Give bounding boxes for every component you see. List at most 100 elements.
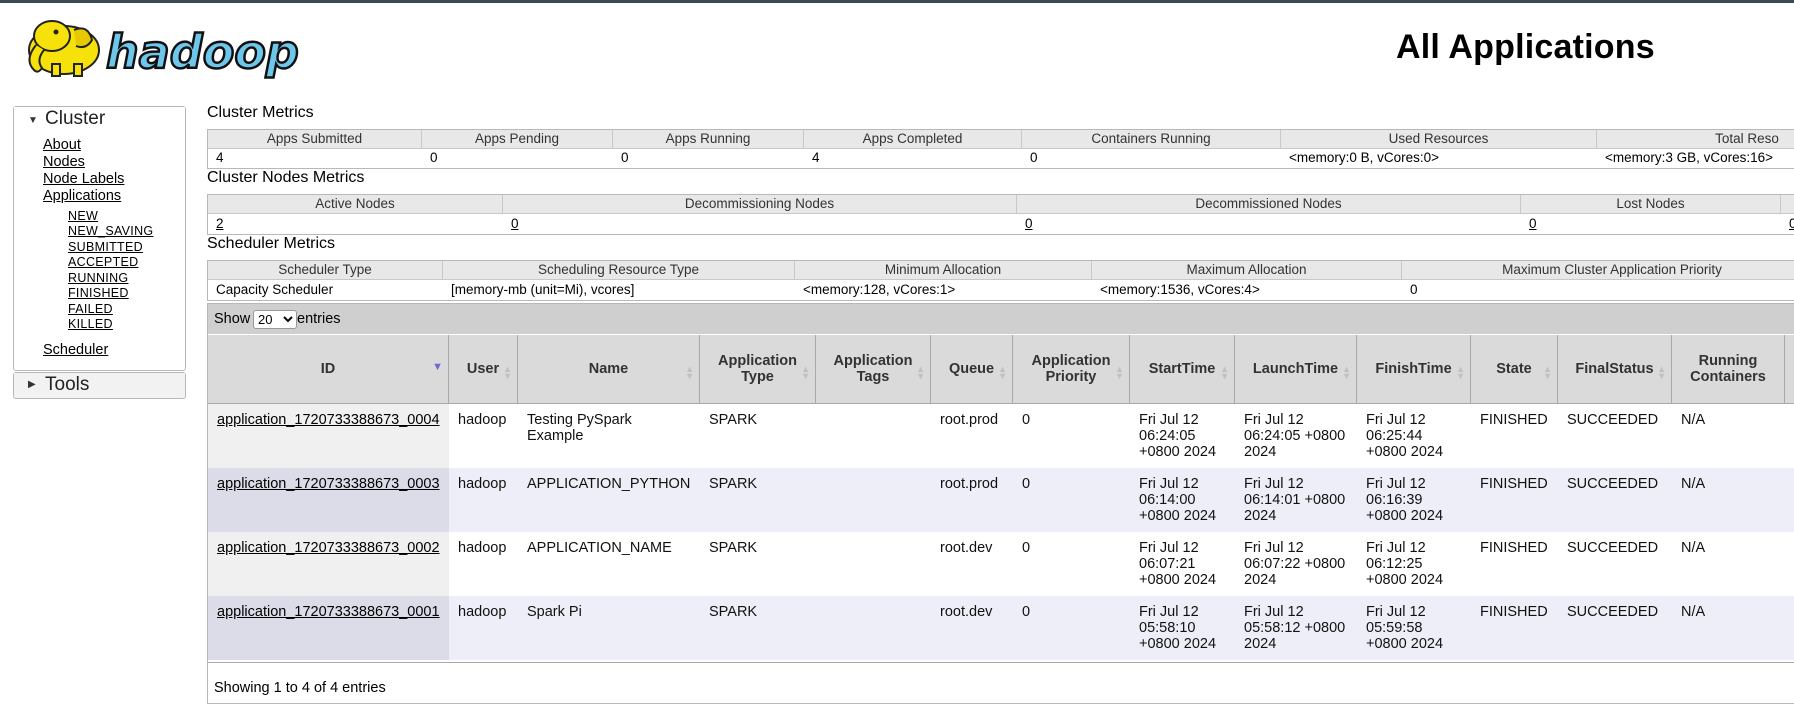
decommissioning-nodes-link[interactable]: 0 <box>503 215 1016 233</box>
type-cell: SPARK <box>709 604 758 620</box>
finalstatus-cell: SUCCEEDED <box>1567 604 1659 620</box>
node-metrics-header-row: Active Nodes Decommissioning Nodes Decom… <box>208 195 1794 214</box>
state-cell: FINISHED <box>1480 540 1548 556</box>
nav-link-about[interactable]: About <box>43 137 81 153</box>
show-label: Show <box>214 311 251 327</box>
app-id-cell: application_1720733388673_0004 <box>208 404 449 468</box>
column-header-finishtime[interactable]: FinishTime ▲ ▼ <box>1357 335 1471 403</box>
scheduler-metrics-table: Scheduler Type Scheduling Resource Type … <box>207 260 1794 301</box>
hadoop-logo-icon[interactable]: hadoop <box>14 10 314 82</box>
starttime-cell: Fri Jul 12 06:24:05 +0800 2024 <box>1139 412 1217 460</box>
finishtime-cell: Fri Jul 12 06:16:39 +0800 2024 <box>1366 476 1444 524</box>
active-nodes-link[interactable]: 2 <box>208 215 502 233</box>
column-header-launchtime[interactable]: LaunchTime ▲ ▼ <box>1235 335 1357 403</box>
running-containers-cell: N/A <box>1681 604 1706 620</box>
nav-state-submitted[interactable]: SUBMITTED <box>68 240 143 254</box>
nav-state-new[interactable]: NEW <box>68 209 98 223</box>
nav-state-new-saving[interactable]: NEW_SAVING <box>68 224 153 238</box>
metric-header: Decommissioned Nodes <box>1017 195 1521 213</box>
column-header-application-tags[interactable]: Application Tags ▲ ▼ <box>816 335 931 403</box>
metric-value: 0 <box>1030 150 1038 165</box>
column-header-starttime[interactable]: StartTime ▲ ▼ <box>1130 335 1235 403</box>
metric-header: Minimum Allocation <box>795 261 1092 279</box>
app-id-cell: application_1720733388673_0003 <box>208 468 449 532</box>
app-id-link[interactable]: application_1720733388673_0004 <box>217 412 440 428</box>
sort-desc-icon: ▼ <box>432 361 443 373</box>
nav-link-applications[interactable]: Applications <box>43 188 121 204</box>
metric-header: Scheduling Resource Type <box>443 261 795 279</box>
starttime-cell: Fri Jul 12 06:14:00 +0800 2024 <box>1139 476 1217 524</box>
metric-header: Apps Completed <box>804 130 1022 148</box>
nav-link-scheduler[interactable]: Scheduler <box>43 342 108 358</box>
finalstatus-cell: SUCCEEDED <box>1567 412 1659 428</box>
node-metrics-title: Cluster Nodes Metrics <box>207 169 365 186</box>
sort-icon: ▲ ▼ <box>916 364 925 381</box>
metric-header: Lost Nodes <box>1521 195 1781 213</box>
app-id-cell: application_1720733388673_0002 <box>208 532 449 596</box>
page-length-select[interactable]: 20 <box>253 310 297 329</box>
table-footer-divider <box>208 662 1794 663</box>
app-id-cell: application_1720733388673_0001 <box>208 596 449 660</box>
table-info: Showing 1 to 4 of 4 entries <box>214 680 386 696</box>
column-header-application-type[interactable]: Application Type ▲ ▼ <box>700 335 816 403</box>
app-id-link[interactable]: application_1720733388673_0002 <box>217 540 440 556</box>
column-header-finalstatus[interactable]: FinalStatus ▲ ▼ <box>1558 335 1672 403</box>
metric-header: Apps Submitted <box>208 130 422 148</box>
finishtime-cell: Fri Jul 12 06:12:25 +0800 2024 <box>1366 540 1444 588</box>
app-id-link[interactable]: application_1720733388673_0003 <box>217 476 440 492</box>
nav-link-node-labels[interactable]: Node Labels <box>43 171 124 187</box>
column-header-name[interactable]: Name ▲ ▼ <box>518 335 700 403</box>
metric-value: <memory:3 GB, vCores:16> <box>1605 150 1774 165</box>
logo-wordmark: hadoop <box>106 25 299 79</box>
column-header-overflow <box>1785 335 1794 403</box>
user-cell: hadoop <box>458 412 507 428</box>
type-cell: SPARK <box>709 540 758 556</box>
priority-cell: 0 <box>1022 604 1031 620</box>
column-header-state[interactable]: State ▲ ▼ <box>1471 335 1558 403</box>
app-id-link[interactable]: application_1720733388673_0001 <box>217 604 440 620</box>
nav-state-finished[interactable]: FINISHED <box>68 286 129 300</box>
column-header-running-containers[interactable]: Running Containers <box>1672 335 1785 403</box>
finalstatus-cell: SUCCEEDED <box>1567 540 1659 556</box>
metric-header: Containers Running <box>1022 130 1281 148</box>
name-cell: APPLICATION_PYTHON <box>527 476 691 492</box>
priority-cell: 0 <box>1022 540 1031 556</box>
column-header-application-priority[interactable]: Application Priority ▲ ▼ <box>1013 335 1130 403</box>
tags-cell <box>816 404 931 468</box>
metric-header: Apps Running <box>613 130 804 148</box>
metric-header: Apps Pending <box>422 130 613 148</box>
nav-state-killed[interactable]: KILLED <box>68 317 113 331</box>
metric-value: 0 <box>1410 282 1418 297</box>
nav-state-accepted[interactable]: ACCEPTED <box>68 255 138 269</box>
type-cell: SPARK <box>709 476 758 492</box>
lost-nodes-link[interactable]: 0 <box>1521 215 1780 233</box>
nav-link-nodes[interactable]: Nodes <box>43 154 85 170</box>
priority-cell: 0 <box>1022 476 1031 492</box>
state-cell: FINISHED <box>1480 412 1548 428</box>
nav-state-failed[interactable]: FAILED <box>68 302 113 316</box>
top-border <box>0 0 1794 3</box>
state-cell: FINISHED <box>1480 604 1548 620</box>
metric-value: <memory:0 B, vCores:0> <box>1289 150 1440 165</box>
column-header-queue[interactable]: Queue ▲ ▼ <box>931 335 1013 403</box>
sort-icon: ▲ ▼ <box>685 364 694 381</box>
column-header-user[interactable]: User ▲ ▼ <box>449 335 518 403</box>
tools-nav-box[interactable]: ▶ Tools <box>13 372 186 399</box>
tools-nav-header[interactable]: ▶ Tools <box>14 373 185 397</box>
collapse-triangle-icon: ▼ <box>28 115 38 126</box>
name-cell: Spark Pi <box>527 604 582 620</box>
finishtime-cell: Fri Jul 12 06:25:44 +0800 2024 <box>1366 412 1444 460</box>
decommissioned-nodes-link[interactable]: 0 <box>1017 215 1520 233</box>
cluster-metrics-header-row: Apps Submitted Apps Pending Apps Running… <box>208 130 1794 149</box>
metric-header: Scheduler Type <box>208 261 443 279</box>
metric-header <box>1781 195 1794 213</box>
page-title: All Applications <box>1396 28 1655 66</box>
column-header-id[interactable]: ID ▼ <box>208 335 449 403</box>
entries-label: entries <box>297 311 341 327</box>
metric-value: 0 <box>430 150 438 165</box>
nav-state-running[interactable]: RUNNING <box>68 271 128 285</box>
running-containers-cell: N/A <box>1681 412 1706 428</box>
extra-nodes-link[interactable]: 0 <box>1781 215 1794 233</box>
cluster-nav-header[interactable]: ▼ Cluster <box>14 107 185 131</box>
tags-cell <box>816 596 931 660</box>
